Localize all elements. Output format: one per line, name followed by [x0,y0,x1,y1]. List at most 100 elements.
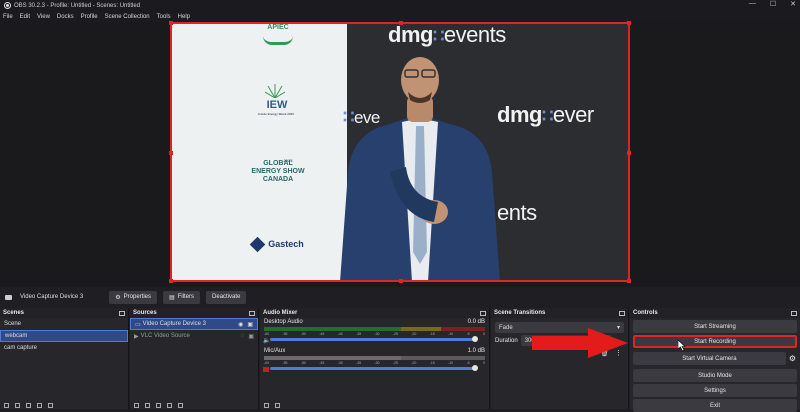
play-icon: ▶ [134,333,139,340]
controls-dock: Controls Start Streaming Start Recording… [630,308,800,412]
tick-label: -45 [319,361,325,365]
menu-profile[interactable]: Profile [81,14,98,20]
add-scene-button[interactable] [4,403,9,408]
mic-aux-ticks: -60 -55 -50 -45 -40 -35 -30 -25 -20 -15 -10 -5 0 [264,361,485,365]
move-up-button[interactable] [37,403,42,408]
mic-aux-header: Mic/Aux 1.0 dB [260,345,489,355]
resize-handle-right[interactable] [627,151,631,155]
move-down-button[interactable] [48,403,53,408]
scenes-title: Scenes [3,310,25,316]
lock-icon[interactable]: ▣ [247,321,253,328]
studio-mode-button[interactable]: Studio Mode [633,369,797,382]
undock-icon[interactable] [249,310,255,316]
resize-handle-bottom[interactable] [399,279,403,283]
scene-item[interactable]: webcam [0,330,128,342]
eye-icon[interactable]: ◉ [238,321,243,328]
settings-button[interactable]: Settings [633,384,797,397]
source-properties-button[interactable] [156,403,161,408]
gear-icon: ⚙ [115,294,121,301]
scene-item[interactable]: cam capture [0,342,128,354]
menu-file[interactable]: File [3,14,13,20]
tick-label: -25 [392,361,398,365]
tick-label: -25 [392,332,398,336]
move-up-button[interactable] [167,403,172,408]
tick-label: -10 [448,361,454,365]
scene-filters-button[interactable] [26,403,31,408]
source-label: Video Capture Device 3 [142,320,206,327]
sources-title: Sources [133,310,157,316]
filters-label: Filters [177,294,195,300]
menu-scene-collection[interactable]: Scene Collection [105,14,150,20]
mic-aux-meter [264,356,485,360]
tick-label: -35 [356,332,362,336]
red-arrow-annotation [532,328,628,358]
source-item[interactable]: ▭ Video Capture Device 3 ◉ ▣ [130,318,258,330]
maximize-button[interactable]: ☐ [770,0,776,8]
mixer-settings-button[interactable] [264,403,269,408]
tick-label: -40 [337,361,343,365]
properties-button[interactable]: ⚙ Properties [109,290,158,304]
resize-handle-top[interactable] [399,21,403,25]
resize-handle-left[interactable] [169,151,173,155]
desktop-audio-label: Desktop Audio [264,319,303,325]
resize-handle-br[interactable] [627,279,631,283]
camera-icon: ▭ [135,321,141,328]
move-down-button[interactable] [178,403,183,408]
undock-icon[interactable] [791,310,797,316]
menu-edit[interactable]: Edit [20,14,30,20]
preview-area: APIEC IEW Inside Energy Week 2025 GLOBAL… [0,21,800,287]
virtual-camera-settings-icon[interactable]: ⚙ [789,354,796,363]
filters-button[interactable]: ▤ Filters [163,290,201,304]
minimize-button[interactable]: — [749,0,756,8]
desktop-audio-meter [264,327,485,331]
deactivate-label: Deactivate [212,294,241,300]
tick-label: -55 [282,361,288,365]
remove-scene-button[interactable] [15,403,20,408]
undock-icon[interactable] [619,310,625,316]
menu-tools[interactable]: Tools [157,14,171,20]
close-window-button[interactable]: ✕ [790,0,796,8]
resize-handle-bl[interactable] [169,279,173,283]
eye-hidden-icon[interactable]: ◌ [241,333,245,340]
exit-button[interactable]: Exit [633,399,797,412]
title-bar: OBS 30.2.3 - Profile: Untitled - Scenes:… [0,0,800,11]
menu-docks[interactable]: Docks [57,14,74,20]
scenes-footer [0,402,128,409]
scene-item[interactable]: Scene [0,318,128,330]
window-title: OBS 30.2.3 - Profile: Untitled - Scenes:… [14,2,141,9]
start-recording-button[interactable]: Start Recording [633,335,797,348]
tick-label: -20 [411,332,417,336]
virtual-camera-row: Start Virtual Camera ⚙ [630,350,800,367]
camera-icon [5,294,12,300]
transition-type: Fade [499,324,513,331]
start-virtual-camera-button[interactable]: Start Virtual Camera [633,352,786,365]
mic-aux-db: 1.0 dB [467,348,485,354]
resize-handle-tl[interactable] [169,21,173,25]
source-item[interactable]: ▶ VLC Video Source ◌ ▣ [130,330,258,342]
add-source-button[interactable] [134,403,139,408]
tick-label: -15 [429,332,435,336]
undock-icon[interactable] [480,310,486,316]
lock-icon[interactable]: ▣ [248,333,254,340]
remove-source-button[interactable] [145,403,150,408]
source-label: VLC Video Source [140,332,190,339]
menu-view[interactable]: View [37,14,50,20]
mic-aux-label: Mic/Aux [264,348,286,354]
tick-label: -50 [300,361,306,365]
desktop-audio-volume-slider[interactable] [270,336,478,342]
undock-icon[interactable] [119,310,125,316]
tick-label: -10 [448,332,454,336]
mouse-cursor-icon [678,340,686,351]
resize-handle-tr[interactable] [627,21,631,25]
menu-help[interactable]: Help [178,14,190,20]
tick-label: -40 [337,332,343,336]
sources-footer [130,402,258,409]
start-streaming-button[interactable]: Start Streaming [633,320,797,333]
mic-aux-volume-slider[interactable] [270,365,478,371]
mic-muted-icon[interactable] [263,367,269,372]
obs-logo-icon [4,2,11,9]
mixer-menu-button[interactable] [275,403,280,408]
deactivate-button[interactable]: Deactivate [206,290,247,304]
tick-label: -5 [466,361,470,365]
source-selection-box[interactable] [169,21,631,283]
